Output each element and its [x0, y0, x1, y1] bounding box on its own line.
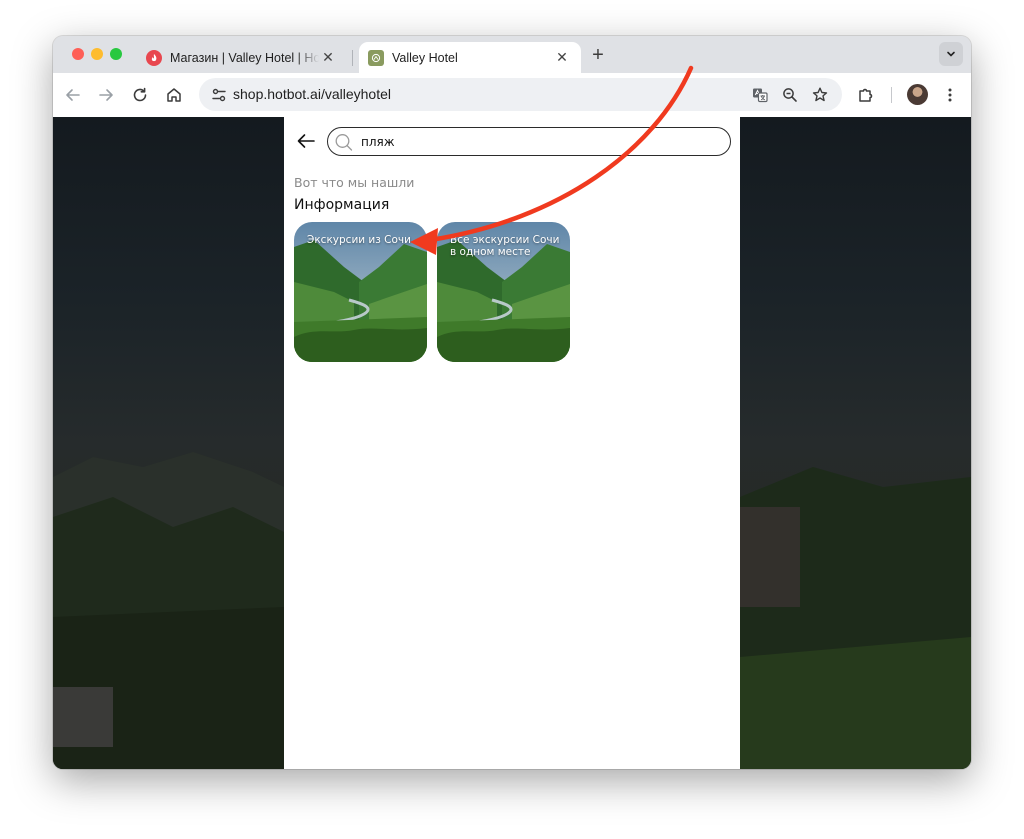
- close-window-button[interactable]: [72, 48, 84, 60]
- chevron-down-icon: [947, 51, 955, 57]
- bookmark-star-icon[interactable]: [809, 84, 831, 106]
- arrow-left-icon: [297, 134, 315, 148]
- home-button[interactable]: [161, 82, 187, 108]
- home-icon: [167, 88, 181, 102]
- new-tab-button[interactable]: +: [587, 44, 609, 66]
- translate-icon[interactable]: [749, 84, 771, 106]
- card-title: Все экскурсии Сочи в одном месте: [450, 234, 560, 258]
- address-bar[interactable]: shop.hotbot.ai/valleyhotel: [199, 78, 842, 111]
- zoom-window-button[interactable]: [110, 48, 122, 60]
- back-button[interactable]: [60, 82, 86, 108]
- info-card[interactable]: Все экскурсии Сочи в одном месте: [437, 222, 570, 362]
- tab-title: Магазин | Valley Hotel | Hotbot: [170, 50, 319, 65]
- extensions-button[interactable]: [853, 82, 879, 108]
- reload-button[interactable]: [127, 82, 153, 108]
- browser-toolbar: shop.hotbot.ai/valleyhotel: [53, 73, 971, 117]
- profile-avatar[interactable]: [907, 84, 928, 105]
- tab-search-button[interactable]: [939, 42, 963, 66]
- site-settings-icon[interactable]: [209, 85, 228, 104]
- forward-button[interactable]: [93, 82, 119, 108]
- browser-menu-button[interactable]: [937, 82, 963, 108]
- valley-hotel-logo-icon: [368, 49, 384, 66]
- tab-hotbot-shop[interactable]: Магазин | Valley Hotel | Hotbot ✕: [137, 42, 347, 73]
- tab-divider: [352, 50, 353, 66]
- browser-window: Магазин | Valley Hotel | Hotbot ✕ Valley…: [53, 36, 971, 769]
- url-text: shop.hotbot.ai/valleyhotel: [233, 86, 391, 102]
- toolbar-divider: [891, 87, 892, 103]
- search-input[interactable]: [361, 132, 721, 151]
- puzzle-icon: [859, 88, 873, 102]
- back-arrow-button[interactable]: [294, 129, 318, 153]
- tab-close-icon[interactable]: ✕: [319, 49, 337, 67]
- page-viewport: Вот что мы нашли Информация Экскурсии из…: [53, 117, 971, 769]
- section-title: Информация: [294, 197, 390, 213]
- arrow-left-icon: [66, 89, 80, 101]
- tab-close-icon[interactable]: ✕: [553, 49, 571, 67]
- tab-title: Valley Hotel: [392, 50, 458, 65]
- card-title: Экскурсии из Сочи: [307, 234, 411, 246]
- search-icon: [335, 134, 353, 151]
- zoom-icon[interactable]: [779, 84, 801, 106]
- tab-valley-hotel[interactable]: Valley Hotel ✕: [359, 42, 581, 73]
- hotbot-flame-icon: [146, 49, 162, 66]
- arrow-right-icon: [99, 89, 113, 101]
- kebab-menu-icon: [948, 88, 952, 102]
- info-card[interactable]: Экскурсии из Сочи: [294, 222, 427, 362]
- hotbot-mini-app: Вот что мы нашли Информация Экскурсии из…: [284, 117, 740, 769]
- minimize-window-button[interactable]: [91, 48, 103, 60]
- search-field[interactable]: [327, 127, 731, 156]
- tab-strip: Магазин | Valley Hotel | Hotbot ✕ Valley…: [53, 36, 971, 73]
- results-heading: Вот что мы нашли: [294, 175, 415, 190]
- reload-icon: [133, 87, 147, 102]
